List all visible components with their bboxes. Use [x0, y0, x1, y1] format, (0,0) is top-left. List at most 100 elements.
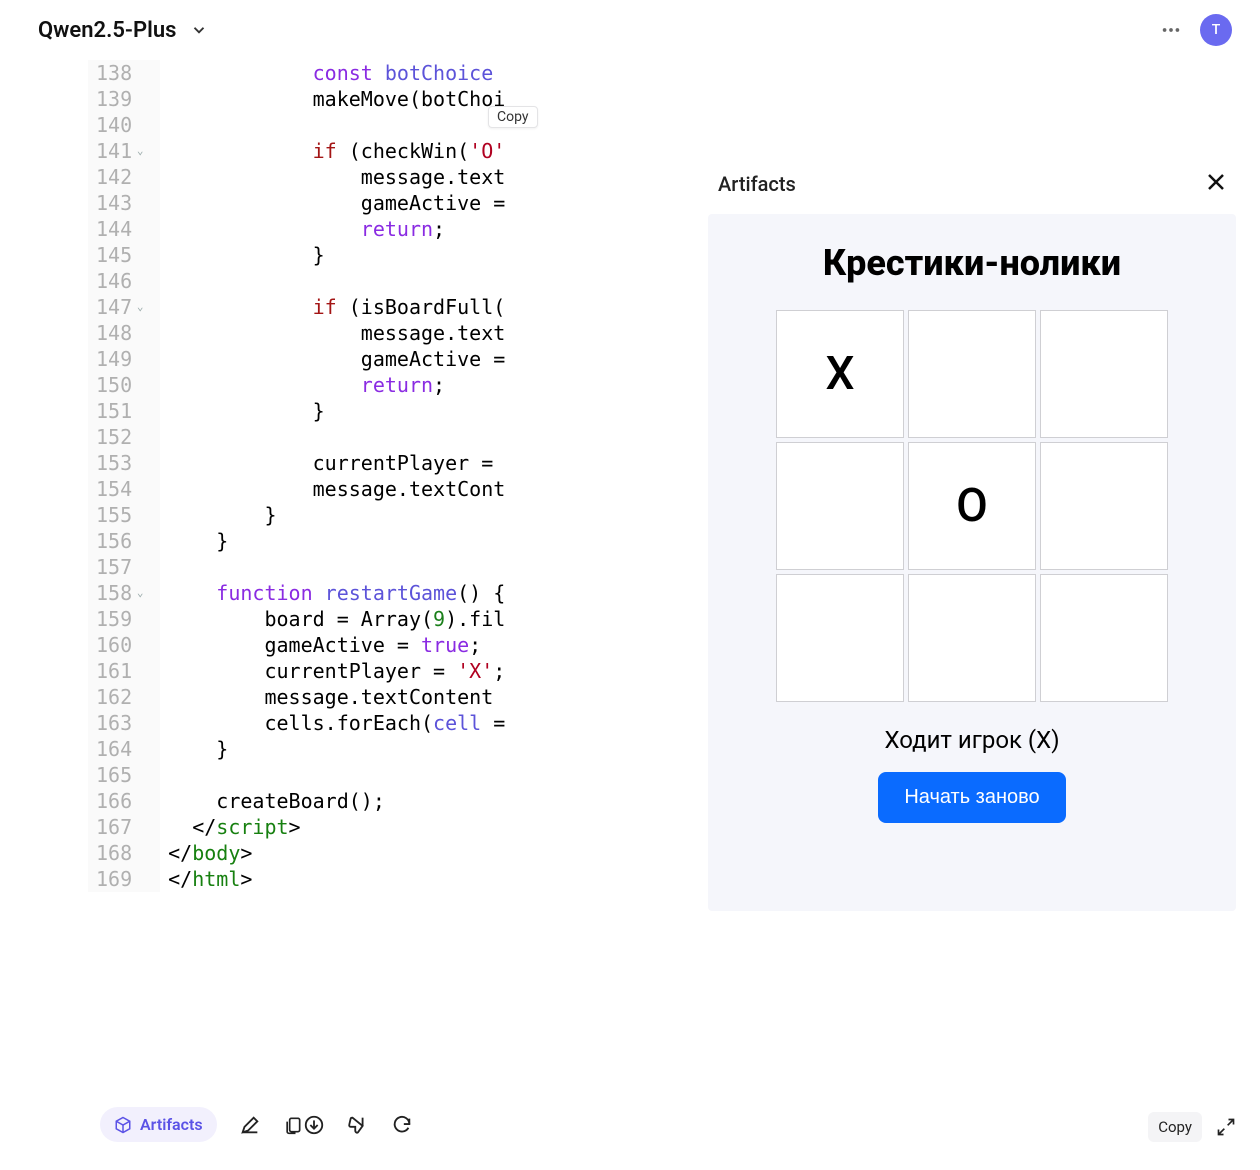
- gutter-line: 146: [96, 268, 146, 294]
- code-line: </body>: [168, 840, 540, 866]
- code-line: </html>: [168, 866, 540, 892]
- code-line: gameActive =: [168, 190, 540, 216]
- code-line: if (checkWin('O': [168, 138, 540, 164]
- more-button[interactable]: [1160, 19, 1182, 41]
- artifacts-header: Artifacts: [708, 164, 1236, 214]
- gutter-line: 152: [96, 424, 146, 450]
- copy-button[interactable]: Copy: [1148, 1112, 1202, 1142]
- gutter-line: 141⌄: [96, 138, 146, 164]
- artifacts-title: Artifacts: [718, 172, 796, 196]
- close-icon: [1204, 170, 1228, 194]
- gutter-line: 162: [96, 684, 146, 710]
- code-line: }: [168, 398, 540, 424]
- avatar[interactable]: T: [1200, 14, 1232, 46]
- cube-icon: [114, 1116, 132, 1134]
- gutter-line: 151: [96, 398, 146, 424]
- copy-icon[interactable]: [283, 1114, 303, 1136]
- code-line: function restartGame() {: [168, 580, 540, 606]
- gutter-line: 158⌄: [96, 580, 146, 606]
- fold-icon[interactable]: ⌄: [134, 145, 146, 157]
- code-line: makeMove(botChoi: [168, 86, 540, 112]
- game-status: Ходит игрок (X): [884, 726, 1059, 754]
- artifacts-body: Крестики-нолики XO Ходит игрок (X) Начат…: [708, 214, 1236, 911]
- chevron-down-icon: [190, 21, 208, 39]
- gutter-line: 142: [96, 164, 146, 190]
- code-lines[interactable]: const botChoice makeMove(botChoi if (che…: [160, 60, 540, 892]
- artifacts-pill-label: Artifacts: [140, 1115, 203, 1134]
- more-icon: [1160, 19, 1182, 41]
- gutter-line: 148: [96, 320, 146, 346]
- header-actions: T: [1160, 14, 1232, 46]
- avatar-initial: T: [1212, 22, 1221, 38]
- expand-icon[interactable]: [1216, 1117, 1236, 1137]
- tictactoe-cell[interactable]: [776, 574, 904, 702]
- response-toolbar: Artifacts: [100, 1107, 413, 1142]
- tictactoe-grid: XO: [776, 310, 1168, 702]
- code-line: gameActive = true;: [168, 632, 540, 658]
- code-line: return;: [168, 372, 540, 398]
- gutter-line: 167: [96, 814, 146, 840]
- restart-button[interactable]: Начать заново: [878, 772, 1065, 823]
- artifacts-pill[interactable]: Artifacts: [100, 1107, 217, 1142]
- gutter-line: 164: [96, 736, 146, 762]
- code-line: board = Array(9).fil: [168, 606, 540, 632]
- gutter-line: 156: [96, 528, 146, 554]
- code-line: }: [168, 242, 540, 268]
- gutter-line: 155: [96, 502, 146, 528]
- tictactoe-cell[interactable]: [1040, 442, 1168, 570]
- tictactoe-cell[interactable]: [908, 574, 1036, 702]
- fold-icon[interactable]: ⌄: [134, 587, 146, 599]
- code-line: [168, 554, 540, 580]
- code-line: message.text: [168, 164, 540, 190]
- code-line: }: [168, 528, 540, 554]
- code-line: message.textCont: [168, 476, 540, 502]
- gutter-line: 169: [96, 866, 146, 892]
- code-line: currentPlayer = 'X';: [168, 658, 540, 684]
- code-line: const botChoice: [168, 60, 540, 86]
- download-icon[interactable]: [303, 1114, 325, 1136]
- model-name: Qwen2.5-Plus: [38, 18, 176, 43]
- close-button[interactable]: [1204, 170, 1228, 198]
- gutter-line: 160: [96, 632, 146, 658]
- tictactoe-cell[interactable]: [776, 442, 904, 570]
- gutter-line: 159: [96, 606, 146, 632]
- code-line: return;: [168, 216, 540, 242]
- regenerate-icon[interactable]: [391, 1114, 413, 1136]
- tictactoe-cell[interactable]: X: [776, 310, 904, 438]
- gutter-line: 157: [96, 554, 146, 580]
- code-line: </script>: [168, 814, 540, 840]
- gutter-line: 154: [96, 476, 146, 502]
- fold-icon[interactable]: ⌄: [134, 301, 146, 313]
- gutter-line: 149: [96, 346, 146, 372]
- code-line: [168, 762, 540, 788]
- gutter-line: 140: [96, 112, 146, 138]
- copy-tooltip[interactable]: Copy: [488, 106, 538, 128]
- code-line: [168, 268, 540, 294]
- tictactoe-cell[interactable]: O: [908, 442, 1036, 570]
- code-column: 138 139 140 141⌄142 143 144 145 146 147⌄…: [88, 60, 648, 892]
- gutter-line: 165: [96, 762, 146, 788]
- toolbar-icons: [239, 1114, 413, 1136]
- gutter-line: 150: [96, 372, 146, 398]
- gutter-line: 163: [96, 710, 146, 736]
- code-line: currentPlayer =: [168, 450, 540, 476]
- gutter-line: 147⌄: [96, 294, 146, 320]
- tictactoe-cell[interactable]: [1040, 310, 1168, 438]
- code-gutter: 138 139 140 141⌄142 143 144 145 146 147⌄…: [88, 60, 160, 892]
- model-selector[interactable]: Qwen2.5-Plus: [38, 18, 208, 43]
- tictactoe-cell[interactable]: [1040, 574, 1168, 702]
- code-line: createBoard();: [168, 788, 540, 814]
- gutter-line: 143: [96, 190, 146, 216]
- gutter-line: 161: [96, 658, 146, 684]
- app-header: Qwen2.5-Plus T: [0, 0, 1260, 60]
- tictactoe-cell[interactable]: [908, 310, 1036, 438]
- code-line: message.textContent: [168, 684, 540, 710]
- game-title: Крестики-нолики: [823, 242, 1121, 284]
- code-line: cells.forEach(cell =: [168, 710, 540, 736]
- code-line: }: [168, 736, 540, 762]
- gutter-line: 139: [96, 86, 146, 112]
- copy-download-group: [283, 1114, 325, 1136]
- thumbs-down-icon[interactable]: [347, 1114, 369, 1136]
- code-line: message.text: [168, 320, 540, 346]
- edit-icon[interactable]: [239, 1114, 261, 1136]
